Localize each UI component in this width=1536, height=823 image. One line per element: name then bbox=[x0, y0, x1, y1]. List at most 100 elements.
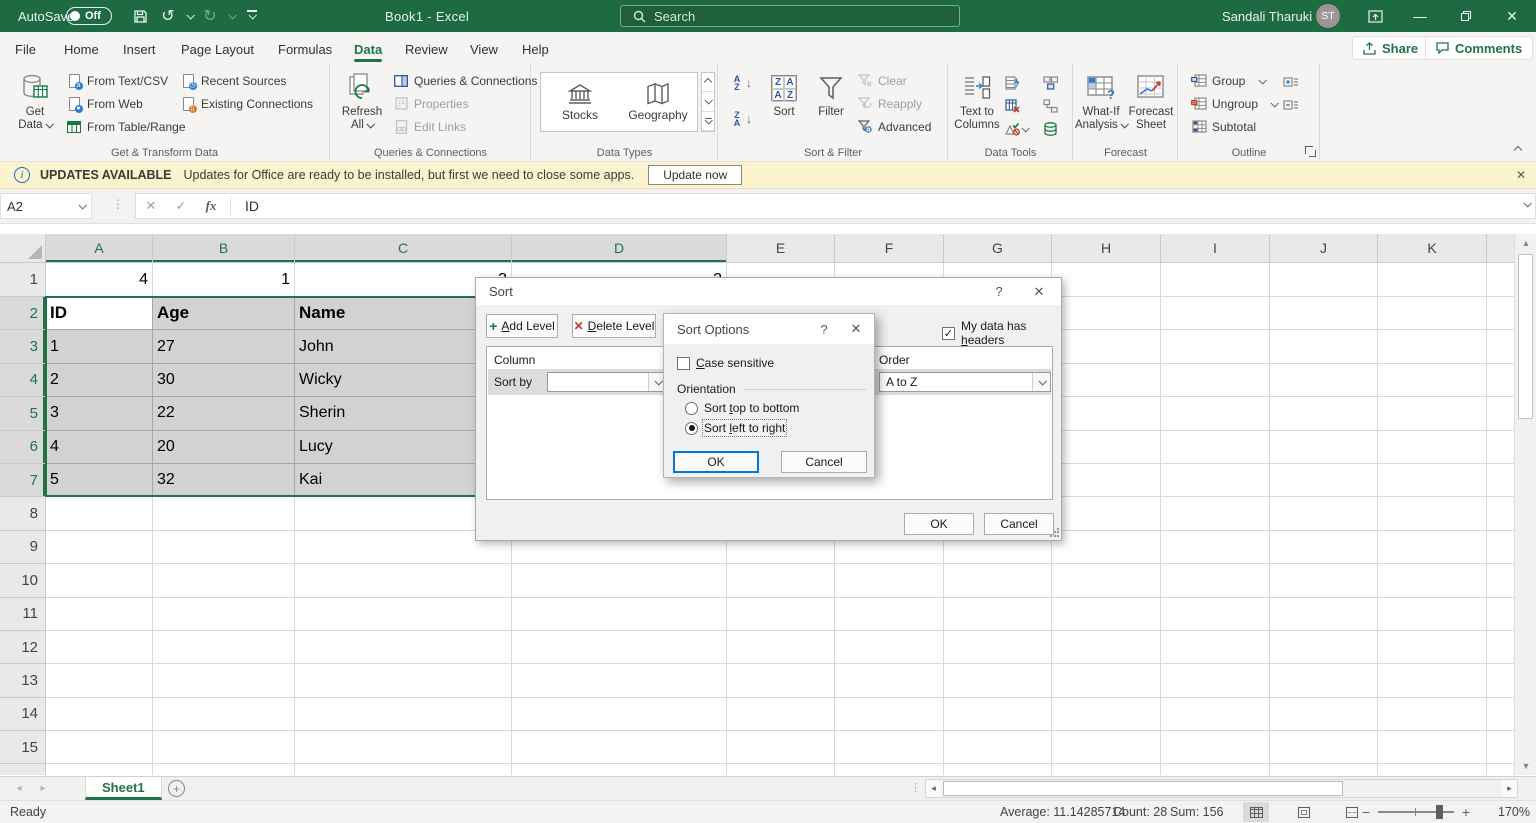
cell-H6[interactable] bbox=[1052, 431, 1161, 464]
flash-fill-button[interactable] bbox=[1005, 72, 1020, 94]
page-layout-view-button[interactable] bbox=[1291, 802, 1317, 822]
cell-G10[interactable] bbox=[944, 564, 1052, 597]
sort-options-close-button[interactable]: ✕ bbox=[840, 314, 872, 344]
advanced-filter-button[interactable]: Advanced bbox=[857, 116, 931, 137]
cell-C16[interactable] bbox=[295, 764, 512, 775]
cell-F12[interactable] bbox=[835, 631, 944, 664]
sort-left-to-right-option[interactable]: Sort left to right bbox=[685, 421, 785, 435]
cell-H1[interactable] bbox=[1052, 263, 1161, 297]
tab-page-layout[interactable]: Page Layout bbox=[181, 32, 254, 64]
cell-J9[interactable] bbox=[1270, 531, 1378, 564]
cell-K16[interactable] bbox=[1378, 764, 1487, 775]
cell-B11[interactable] bbox=[153, 598, 295, 631]
subtotal-button[interactable]: Subtotal bbox=[1191, 116, 1256, 137]
cell-B16[interactable] bbox=[153, 764, 295, 775]
cell-C14[interactable] bbox=[295, 698, 512, 731]
cell-B3[interactable]: 27 bbox=[153, 330, 295, 363]
avatar[interactable]: ST bbox=[1316, 4, 1340, 28]
cell-I10[interactable] bbox=[1161, 564, 1270, 597]
stocks-button[interactable]: Stocks bbox=[541, 73, 619, 131]
tab-view[interactable]: View bbox=[470, 32, 498, 64]
cell-F14[interactable] bbox=[835, 698, 944, 731]
properties-button[interactable]: Properties bbox=[393, 93, 469, 114]
sort-dialog-help-button[interactable]: ? bbox=[979, 278, 1019, 305]
cell-C12[interactable] bbox=[295, 631, 512, 664]
show-detail-button[interactable] bbox=[1283, 72, 1299, 94]
sort-ok-button[interactable]: OK bbox=[904, 513, 974, 535]
cell-D12[interactable] bbox=[512, 631, 727, 664]
close-button[interactable]: ✕ bbox=[1495, 0, 1529, 32]
row-header-14[interactable]: 14 bbox=[0, 698, 46, 731]
gallery-down-button[interactable] bbox=[702, 92, 714, 111]
cell-F15[interactable] bbox=[835, 731, 944, 764]
tab-help[interactable]: Help bbox=[522, 32, 549, 64]
cell-J14[interactable] bbox=[1270, 698, 1378, 731]
sort-options-cancel-button[interactable]: Cancel bbox=[781, 451, 867, 473]
sort-ascending-button[interactable]: AZ↓ bbox=[731, 72, 752, 94]
cell-I12[interactable] bbox=[1161, 631, 1270, 664]
cell-J4[interactable] bbox=[1270, 364, 1378, 397]
select-all-button[interactable] bbox=[0, 234, 46, 263]
what-if-analysis-button[interactable]: ? What-If Analysis bbox=[1074, 68, 1128, 142]
order-dropdown[interactable]: A to Z bbox=[879, 372, 1051, 392]
group-button[interactable]: Group bbox=[1191, 70, 1265, 91]
cell-J3[interactable] bbox=[1270, 330, 1378, 363]
cell-F13[interactable] bbox=[835, 664, 944, 697]
cell-B14[interactable] bbox=[153, 698, 295, 731]
cell-J12[interactable] bbox=[1270, 631, 1378, 664]
cell-D15[interactable] bbox=[512, 731, 727, 764]
row-header-6[interactable]: 6 bbox=[0, 431, 46, 464]
cell-B1[interactable]: 1 bbox=[153, 263, 295, 297]
cell-H12[interactable] bbox=[1052, 631, 1161, 664]
cell-J2[interactable] bbox=[1270, 297, 1378, 330]
cell-I11[interactable] bbox=[1161, 598, 1270, 631]
cell-A1[interactable]: 4 bbox=[46, 263, 153, 297]
remove-duplicates-button[interactable] bbox=[1005, 95, 1020, 117]
share-button[interactable]: Share bbox=[1352, 36, 1429, 60]
clear-filter-button[interactable]: Clear bbox=[857, 70, 907, 91]
enter-entry-button[interactable]: ✓ bbox=[166, 198, 196, 214]
cell-K10[interactable] bbox=[1378, 564, 1487, 597]
column-header-B[interactable]: B bbox=[153, 234, 295, 263]
cell-E15[interactable] bbox=[727, 731, 835, 764]
cell-I7[interactable] bbox=[1161, 464, 1270, 497]
cell-A10[interactable] bbox=[46, 564, 153, 597]
cell-A5[interactable]: 3 bbox=[46, 397, 153, 430]
cell-H11[interactable] bbox=[1052, 598, 1161, 631]
cell-I5[interactable] bbox=[1161, 397, 1270, 430]
cell-K2[interactable] bbox=[1378, 297, 1487, 330]
cell-H16[interactable] bbox=[1052, 764, 1161, 775]
refresh-all-button[interactable]: Refresh All bbox=[333, 68, 391, 142]
row-header-2[interactable]: 2 bbox=[0, 297, 46, 330]
sort-by-column-dropdown[interactable] bbox=[547, 372, 667, 392]
cell-K4[interactable] bbox=[1378, 364, 1487, 397]
cell-A16[interactable] bbox=[46, 764, 153, 775]
new-sheet-button[interactable]: + bbox=[168, 780, 185, 797]
edit-links-button[interactable]: Edit Links bbox=[393, 116, 466, 137]
cell-B8[interactable] bbox=[153, 497, 295, 530]
cell-A14[interactable] bbox=[46, 698, 153, 731]
cell-G11[interactable] bbox=[944, 598, 1052, 631]
cell-I2[interactable] bbox=[1161, 297, 1270, 330]
zoom-in-button[interactable]: + bbox=[1460, 801, 1472, 823]
redo-button[interactable]: ↻ bbox=[198, 0, 222, 32]
cell-D11[interactable] bbox=[512, 598, 727, 631]
row-header-13[interactable]: 13 bbox=[0, 664, 46, 697]
cell-I3[interactable] bbox=[1161, 330, 1270, 363]
cell-E13[interactable] bbox=[727, 664, 835, 697]
row-header-12[interactable]: 12 bbox=[0, 631, 46, 664]
case-sensitive-checkbox[interactable] bbox=[677, 357, 690, 370]
row-header-10[interactable]: 10 bbox=[0, 564, 46, 597]
cell-K12[interactable] bbox=[1378, 631, 1487, 664]
cell-B9[interactable] bbox=[153, 531, 295, 564]
cell-J15[interactable] bbox=[1270, 731, 1378, 764]
status-average[interactable]: Average: 11.14285714 bbox=[1000, 801, 1125, 823]
minimize-button[interactable]: — bbox=[1403, 0, 1437, 32]
data-validation-button[interactable] bbox=[1005, 118, 1028, 140]
name-box-resizer[interactable]: ⋮ bbox=[112, 197, 124, 211]
from-text-csv-button[interactable]: a From Text/CSV bbox=[66, 70, 168, 91]
customize-quick-access-button[interactable] bbox=[240, 0, 264, 32]
tab-review[interactable]: Review bbox=[405, 32, 448, 64]
cell-B2[interactable]: Age bbox=[153, 297, 295, 330]
cell-I13[interactable] bbox=[1161, 664, 1270, 697]
